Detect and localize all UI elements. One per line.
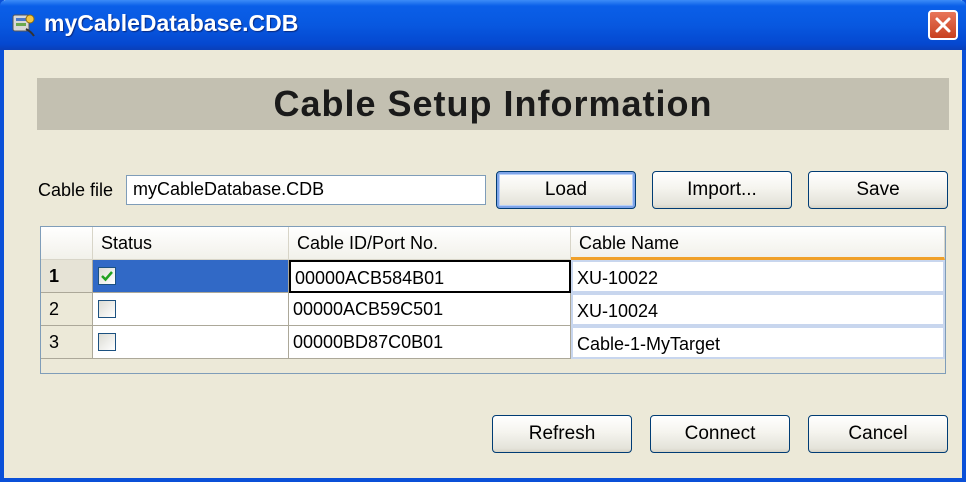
- table-row[interactable]: 2 00000ACB59C501 XU-10024: [41, 293, 945, 326]
- row-number[interactable]: 1: [41, 260, 93, 293]
- cable-file-label: Cable file: [38, 180, 114, 200]
- cable-grid[interactable]: Status Cable ID/Port No. Cable Name 1 00…: [40, 226, 946, 374]
- refresh-button[interactable]: Refresh: [492, 415, 632, 453]
- cancel-button[interactable]: Cancel: [808, 415, 948, 453]
- status-cell[interactable]: [93, 293, 289, 326]
- table-row[interactable]: 3 00000BD87C0B01 Cable-1-MyTarget: [41, 326, 945, 359]
- close-icon: [935, 17, 951, 33]
- row-number[interactable]: 3: [41, 326, 93, 359]
- corner-header: [41, 227, 93, 260]
- load-button[interactable]: Load: [496, 171, 636, 209]
- cable-name-cell[interactable]: XU-10024: [571, 293, 945, 326]
- cable-id-cell[interactable]: 00000ACB584B01: [289, 260, 571, 293]
- cable-database-icon: [10, 11, 36, 37]
- status-cell[interactable]: [93, 326, 289, 359]
- status-checkbox[interactable]: [98, 267, 116, 285]
- column-header-cable-name[interactable]: Cable Name: [571, 227, 945, 260]
- row-number[interactable]: 2: [41, 293, 93, 326]
- cable-id-cell[interactable]: 00000ACB59C501: [289, 293, 571, 326]
- status-checkbox[interactable]: [98, 300, 116, 318]
- connect-button[interactable]: Connect: [650, 415, 790, 453]
- cable-name-cell[interactable]: Cable-1-MyTarget: [571, 326, 945, 359]
- cable-file-input[interactable]: myCableDatabase.CDB: [126, 175, 486, 205]
- window-title: myCableDatabase.CDB: [44, 10, 299, 36]
- column-header-cable-id[interactable]: Cable ID/Port No.: [289, 227, 571, 260]
- table-row[interactable]: 1 00000ACB584B01 XU-10022: [41, 260, 945, 293]
- save-button[interactable]: Save: [808, 171, 948, 209]
- close-button[interactable]: [928, 10, 958, 40]
- grid-header: Status Cable ID/Port No. Cable Name: [41, 227, 945, 260]
- cable-id-cell[interactable]: 00000BD87C0B01: [289, 326, 571, 359]
- import-button[interactable]: Import...: [652, 171, 792, 209]
- status-checkbox[interactable]: [98, 333, 116, 351]
- header-band: Cable Setup Information: [37, 78, 949, 130]
- cable-name-cell[interactable]: XU-10022: [571, 260, 945, 293]
- status-cell[interactable]: [93, 260, 289, 293]
- dialog-window: myCableDatabase.CDB Cable Setup Informat…: [0, 0, 966, 482]
- column-header-status[interactable]: Status: [93, 227, 289, 260]
- page-title: Cable Setup Information: [273, 83, 713, 124]
- title-bar[interactable]: myCableDatabase.CDB: [0, 0, 966, 50]
- checkmark-icon: [101, 271, 113, 282]
